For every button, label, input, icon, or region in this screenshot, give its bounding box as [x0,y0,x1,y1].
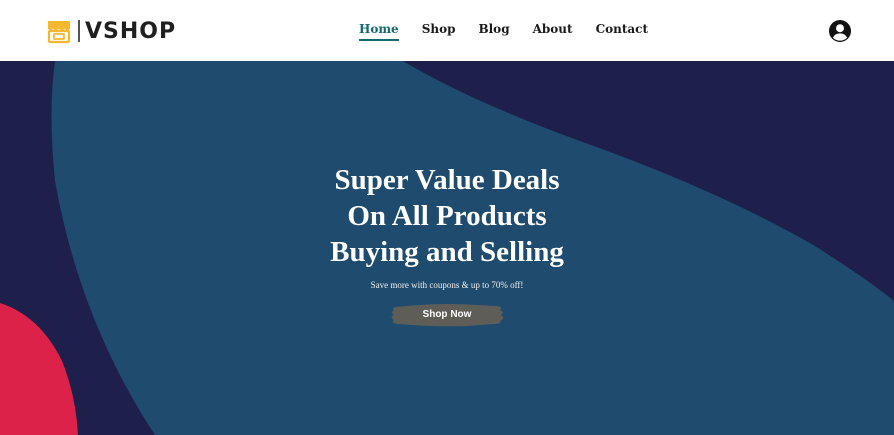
logo-divider [78,20,80,42]
hero-banner: Super Value Deals On All Products Buying… [0,61,894,435]
user-circle-icon [829,20,851,42]
nav-home[interactable]: Home [359,22,399,41]
nav-shop[interactable]: Shop [422,22,456,36]
hero-title: Super Value Deals On All Products Buying… [297,162,597,270]
shop-now-label: Shop Now [422,309,472,320]
hero-title-line-1: Super Value Deals [334,164,560,196]
nav-about[interactable]: About [533,22,573,36]
hero-content: Super Value Deals On All Products Buying… [297,162,597,332]
nav-blog[interactable]: Blog [478,22,509,36]
navbar: VSHOP Home Shop Blog About Contact [0,0,894,61]
hero-title-line-3: Buying and Selling [330,236,564,268]
hero-subtitle: Save more with coupons & up to 70% off! [370,280,524,290]
shop-now-button[interactable]: Shop Now [388,302,506,328]
brand-name: VSHOP [85,18,177,44]
nav-contact[interactable]: Contact [596,22,648,36]
user-account-button[interactable] [828,19,852,43]
main-nav: Home Shop Blog About Contact [359,22,671,41]
hero-title-line-2: On All Products [347,200,547,232]
brand-logo[interactable]: VSHOP [46,16,176,46]
storefront-icon [47,21,71,44]
